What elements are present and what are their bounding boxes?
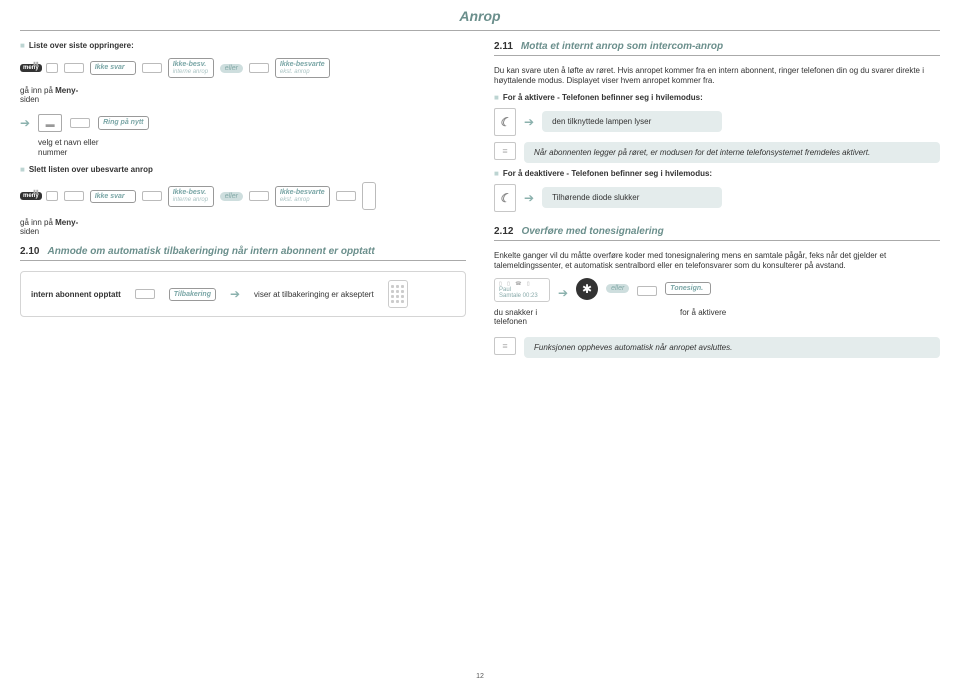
section-2-11-num: 2.11 <box>494 41 513 52</box>
right-column: 2.11 Motta et internt anrop som intercom… <box>494 41 940 364</box>
intern-opptatt-label: intern abonnent opptatt <box>31 290 121 299</box>
divider <box>20 30 940 31</box>
bullet-icon: ■ <box>494 93 499 102</box>
arrow-icon: ➔ <box>230 287 240 301</box>
led-icon: ☾ <box>494 184 516 212</box>
softkey-icon <box>142 63 162 73</box>
screen-softkey-icon: ▬ <box>38 114 62 132</box>
bullet-icon: ■ <box>20 41 25 50</box>
divider <box>494 55 940 56</box>
display-unansw-int: Ikke-besv. interne anrop <box>168 58 214 78</box>
page-title: Anrop <box>20 8 940 24</box>
display-ring-again: Ring på nytt <box>98 116 148 130</box>
para-2-12: Enkelte ganger vil du måtte overføre kod… <box>494 251 940 272</box>
arrow-icon: ➔ <box>20 116 30 130</box>
bullet-icon: ■ <box>494 169 499 178</box>
display-unansw-ext-2: Ikke-besvarte ekst. anrop <box>275 186 330 206</box>
divider <box>494 240 940 241</box>
lamp-on-note: den tilknyttede lampen lyser <box>542 111 722 132</box>
softkey-icon <box>142 191 162 201</box>
arrow-icon: ➔ <box>558 286 568 300</box>
goto-menyside-2: gå inn på Meny-siden <box>20 218 466 236</box>
menu-row-1: meny ▮▮ Ikke svar Ikke-besv. interne anr… <box>20 58 466 78</box>
display-no-answer: Ikke svar <box>90 61 136 75</box>
display-tilbakering: Tilbakering <box>169 288 216 302</box>
softkey-icon <box>637 286 657 296</box>
softkey-icon <box>249 191 269 201</box>
slett-label: Slett listen over ubesvarte anrop <box>29 165 153 174</box>
screen-icon: ▮▮ <box>46 191 58 201</box>
screen-icon: ▮▮ <box>46 63 58 73</box>
snakker-caption: du snakker i telefonen <box>494 308 550 327</box>
section-2-11-title: Motta et internt anrop som intercom-anro… <box>521 41 723 52</box>
display-unansw-int-2: Ikke-besv. interne anrop <box>168 186 214 206</box>
keypad-icon <box>388 280 408 308</box>
left-column: ■ Liste over siste oppringere: meny ▮▮ I… <box>20 41 466 364</box>
activate-label: For å aktivere - Telefonen befinner seg … <box>503 93 703 102</box>
divider <box>20 260 466 261</box>
display-unansw-ext: Ikke-besvarte ekst. anrop <box>275 58 330 78</box>
star-button-icon: ✱ <box>576 278 598 300</box>
section-2-12-title: Overføre med tonesignalering <box>521 226 663 237</box>
section-2-12-num: 2.12 <box>494 226 513 237</box>
handset-icon <box>362 182 376 210</box>
select-name-label: velg et navn ellernummer <box>38 138 466 157</box>
bullet-icon: ■ <box>20 165 25 174</box>
lamp-off-note: Tilhørende diode slukker <box>542 187 722 208</box>
goto-menyside-1: gå inn på Meny-siden <box>20 86 466 104</box>
note-oppheves: Funksjonen oppheves automatisk når anrop… <box>524 337 940 358</box>
callback-box: intern abonnent opptatt Tilbakering ➔ vi… <box>20 271 466 317</box>
note-fremdeles: Når abonnenten legger på røret, er modus… <box>524 142 940 163</box>
softkey-icon <box>64 63 84 73</box>
phone-display: ▯ ▯ ☎ ▯ Paul Samtale 00:23 <box>494 278 550 302</box>
softkey-icon <box>249 63 269 73</box>
menu-row-2: meny ▮▮ Ikke svar Ikke-besv. interne anr… <box>20 182 466 210</box>
section-2-10-num: 2.10 <box>20 246 39 257</box>
page-number: 12 <box>476 673 484 680</box>
softkey-icon <box>336 191 356 201</box>
or-chip: eller <box>220 192 243 201</box>
note-icon: ≡ <box>494 142 516 160</box>
or-chip: eller <box>220 64 243 73</box>
viser-label: viser at tilbakeringing er akseptert <box>254 290 374 299</box>
deactivate-label: For å deaktivere - Telefonen befinner se… <box>503 169 712 178</box>
section-2-10-title: Anmode om automatisk tilbakeringing når … <box>47 246 374 257</box>
display-no-answer-2: Ikke svar <box>90 190 136 204</box>
led-icon: ☾ <box>494 108 516 136</box>
note-icon: ≡ <box>494 337 516 355</box>
softkey-icon <box>135 289 155 299</box>
arrow-icon: ➔ <box>524 191 534 205</box>
arrow-icon: ➔ <box>524 115 534 129</box>
softkey-icon <box>70 118 90 128</box>
list-label: Liste over siste oppringere: <box>29 41 134 50</box>
para-2-11: Du kan svare uten å løfte av røret. Hvis… <box>494 66 940 87</box>
for-aktivere-caption: for å aktivere <box>680 308 726 327</box>
or-chip: eller <box>606 284 629 293</box>
softkey-icon <box>64 191 84 201</box>
display-tonesign: Tonesign. <box>665 282 711 296</box>
